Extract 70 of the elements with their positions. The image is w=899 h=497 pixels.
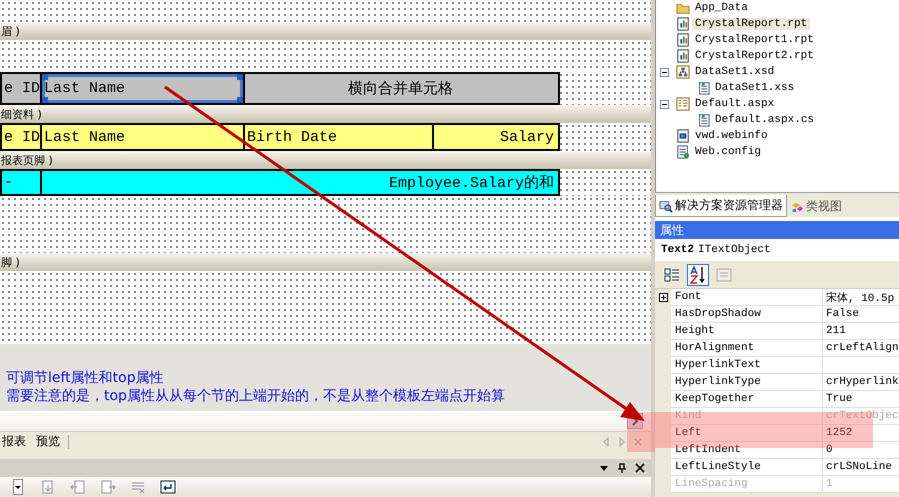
- tree-item[interactable]: Default.aspx: [692, 98, 778, 110]
- window-file-icon: [676, 129, 690, 143]
- sort-button[interactable]: [687, 264, 709, 286]
- property-value[interactable]: 1252: [823, 425, 899, 442]
- property-name[interactable]: HyperlinkText: [671, 357, 823, 374]
- report-field[interactable]: Employee.Salary的和: [42, 171, 558, 194]
- shapes-icon: [790, 200, 804, 214]
- expand-icon[interactable]: [658, 293, 668, 302]
- dropdown-icon[interactable]: [599, 463, 609, 473]
- property-value[interactable]: True: [823, 391, 899, 408]
- property-name[interactable]: LeftIndent: [671, 442, 823, 459]
- dataset-file-icon: [676, 65, 690, 79]
- report-file-icon: [676, 17, 690, 31]
- property-name[interactable]: Height: [671, 323, 823, 340]
- tree-item[interactable]: DataSet1.xsd: [692, 66, 778, 78]
- tree-item[interactable]: DataSet1.xss: [712, 82, 798, 94]
- property-value[interactable]: 0: [823, 442, 899, 459]
- document-icon[interactable]: [100, 478, 116, 494]
- panel-tab[interactable]: 解决方案资源管理器: [655, 195, 787, 217]
- annotation-text: 可调节left属性和top属性: [6, 369, 165, 387]
- tree-item[interactable]: vwd.webinfo: [692, 130, 771, 142]
- report-field[interactable]: Birth Date: [245, 125, 434, 149]
- dropdown-icon[interactable]: [10, 478, 26, 494]
- report-file-icon: [676, 49, 690, 63]
- tree-item[interactable]: App_Data: [692, 2, 751, 14]
- tree-item[interactable]: Web.config: [692, 146, 764, 158]
- close-icon[interactable]: [635, 463, 645, 473]
- editor-tab[interactable]: 报表: [0, 433, 28, 450]
- property-name[interactable]: HorAlignment: [671, 340, 823, 357]
- property-name[interactable]: Left: [671, 425, 823, 442]
- panel-title: 属性: [655, 221, 899, 239]
- report-field[interactable]: Last Name: [42, 125, 245, 149]
- page-file-icon: [676, 97, 690, 111]
- property-name[interactable]: HasDropShadow: [671, 306, 823, 323]
- editor-tab[interactable]: 预览: [34, 433, 62, 450]
- report-field[interactable]: e ID: [2, 125, 42, 149]
- object-selector[interactable]: Text2 ITextObject: [655, 239, 899, 261]
- tree-item[interactable]: Default.aspx.cs: [712, 114, 818, 126]
- wrap-icon[interactable]: [160, 478, 176, 494]
- code-file-icon: [696, 81, 710, 95]
- property-value[interactable]: crLeftAlign: [823, 340, 899, 357]
- report-field[interactable]: Salary: [434, 125, 558, 149]
- report-field[interactable]: Last Name: [42, 74, 245, 103]
- tree-item[interactable]: CrystalReport1.rpt: [692, 34, 817, 46]
- property-value[interactable]: 211: [823, 323, 899, 340]
- code-file-icon: [696, 113, 710, 127]
- property-value[interactable]: False: [823, 306, 899, 323]
- property-name[interactable]: Font: [671, 289, 823, 306]
- folder-icon: [676, 1, 690, 15]
- property-name[interactable]: HyperlinkType: [671, 374, 823, 391]
- magnifier-icon: [659, 198, 673, 212]
- tree-item[interactable]: CrystalReport2.rpt: [692, 50, 817, 62]
- config-file-icon: [676, 145, 690, 159]
- report-field[interactable]: 横向合并单元格: [245, 74, 558, 103]
- property-name[interactable]: KeepTogether: [671, 391, 823, 408]
- tree-item[interactable]: CrystalReport.rpt: [692, 18, 810, 30]
- document-icon[interactable]: [70, 478, 86, 494]
- pin-icon[interactable]: [617, 463, 627, 473]
- report-field[interactable]: -: [2, 171, 42, 194]
- section-label: 眉 ): [1, 24, 20, 39]
- report-file-icon: [676, 33, 690, 47]
- section-label: 报表页脚 ): [1, 153, 53, 168]
- annotation-text: 需要注意的是，top属性从从每个节的上端开始的，不是从整个模板左端点开始算: [6, 387, 506, 405]
- panel-tab[interactable]: 类视图: [787, 196, 845, 217]
- property-name[interactable]: LeftLineStyle: [671, 459, 823, 476]
- property-value[interactable]: crLSNoLine: [823, 459, 899, 476]
- section-label: 细资料 ): [1, 107, 42, 122]
- property-value[interactable]: crHyperlink: [823, 374, 899, 391]
- property-value[interactable]: 宋体, 10.5p: [823, 289, 899, 306]
- section-label: 脚 ): [1, 255, 20, 270]
